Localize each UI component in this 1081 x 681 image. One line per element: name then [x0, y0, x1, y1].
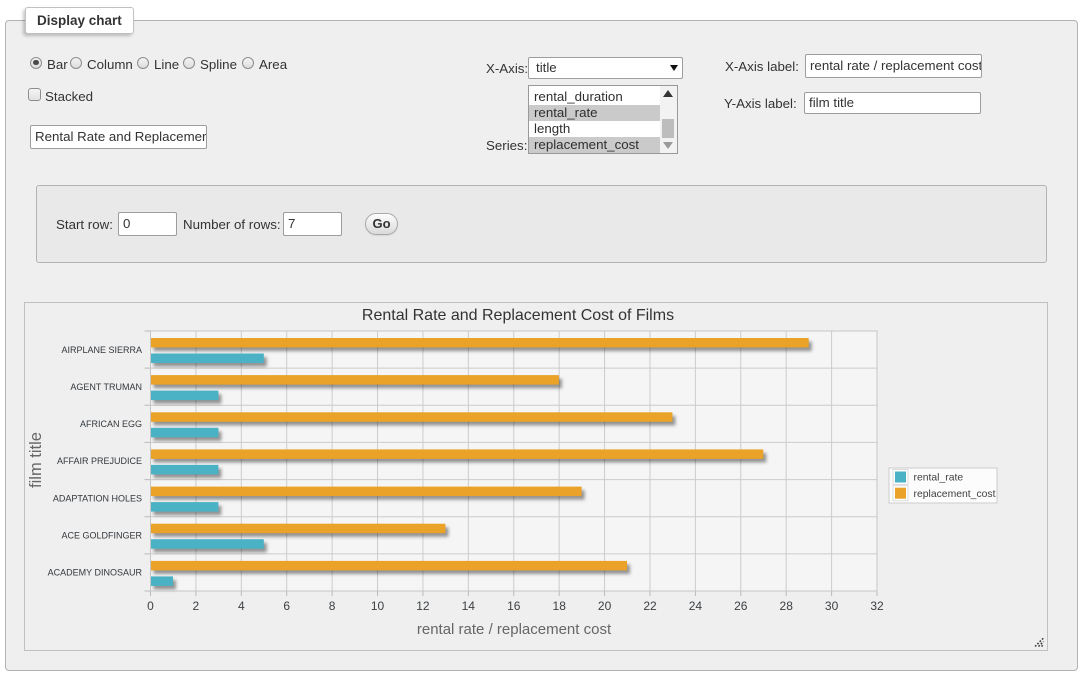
- svg-text:24: 24: [689, 599, 703, 613]
- svg-text:ACADEMY DINOSAUR: ACADEMY DINOSAUR: [48, 568, 143, 578]
- svg-text:28: 28: [780, 599, 794, 613]
- svg-text:12: 12: [416, 599, 430, 613]
- svg-text:26: 26: [734, 599, 748, 613]
- svg-text:16: 16: [507, 599, 521, 613]
- svg-text:8: 8: [329, 599, 336, 613]
- svg-text:AGENT TRUMAN: AGENT TRUMAN: [70, 382, 142, 392]
- svg-text:4: 4: [238, 599, 245, 613]
- svg-text:10: 10: [371, 599, 385, 613]
- svg-text:AFRICAN EGG: AFRICAN EGG: [80, 419, 142, 429]
- svg-text:rental rate / replacement cost: rental rate / replacement cost: [417, 621, 612, 638]
- svg-text:AIRPLANE SIERRA: AIRPLANE SIERRA: [61, 345, 142, 355]
- svg-text:0: 0: [147, 599, 154, 613]
- svg-text:20: 20: [598, 599, 612, 613]
- svg-text:replacement_cost: replacement_cost: [914, 489, 996, 500]
- svg-text:2: 2: [193, 599, 200, 613]
- svg-text:rental_rate: rental_rate: [914, 473, 964, 484]
- svg-text:film title: film title: [27, 432, 45, 488]
- svg-text:ADAPTATION HOLES: ADAPTATION HOLES: [53, 493, 142, 503]
- svg-text:18: 18: [553, 599, 567, 613]
- svg-text:22: 22: [643, 599, 657, 613]
- svg-text:30: 30: [825, 599, 839, 613]
- svg-text:14: 14: [462, 599, 476, 613]
- svg-text:6: 6: [283, 599, 290, 613]
- svg-text:ACE GOLDFINGER: ACE GOLDFINGER: [61, 531, 142, 541]
- svg-text:AFFAIR PREJUDICE: AFFAIR PREJUDICE: [57, 456, 142, 466]
- svg-text:32: 32: [870, 599, 884, 613]
- svg-text:Rental Rate and Replacement Co: Rental Rate and Replacement Cost of Film…: [362, 307, 674, 324]
